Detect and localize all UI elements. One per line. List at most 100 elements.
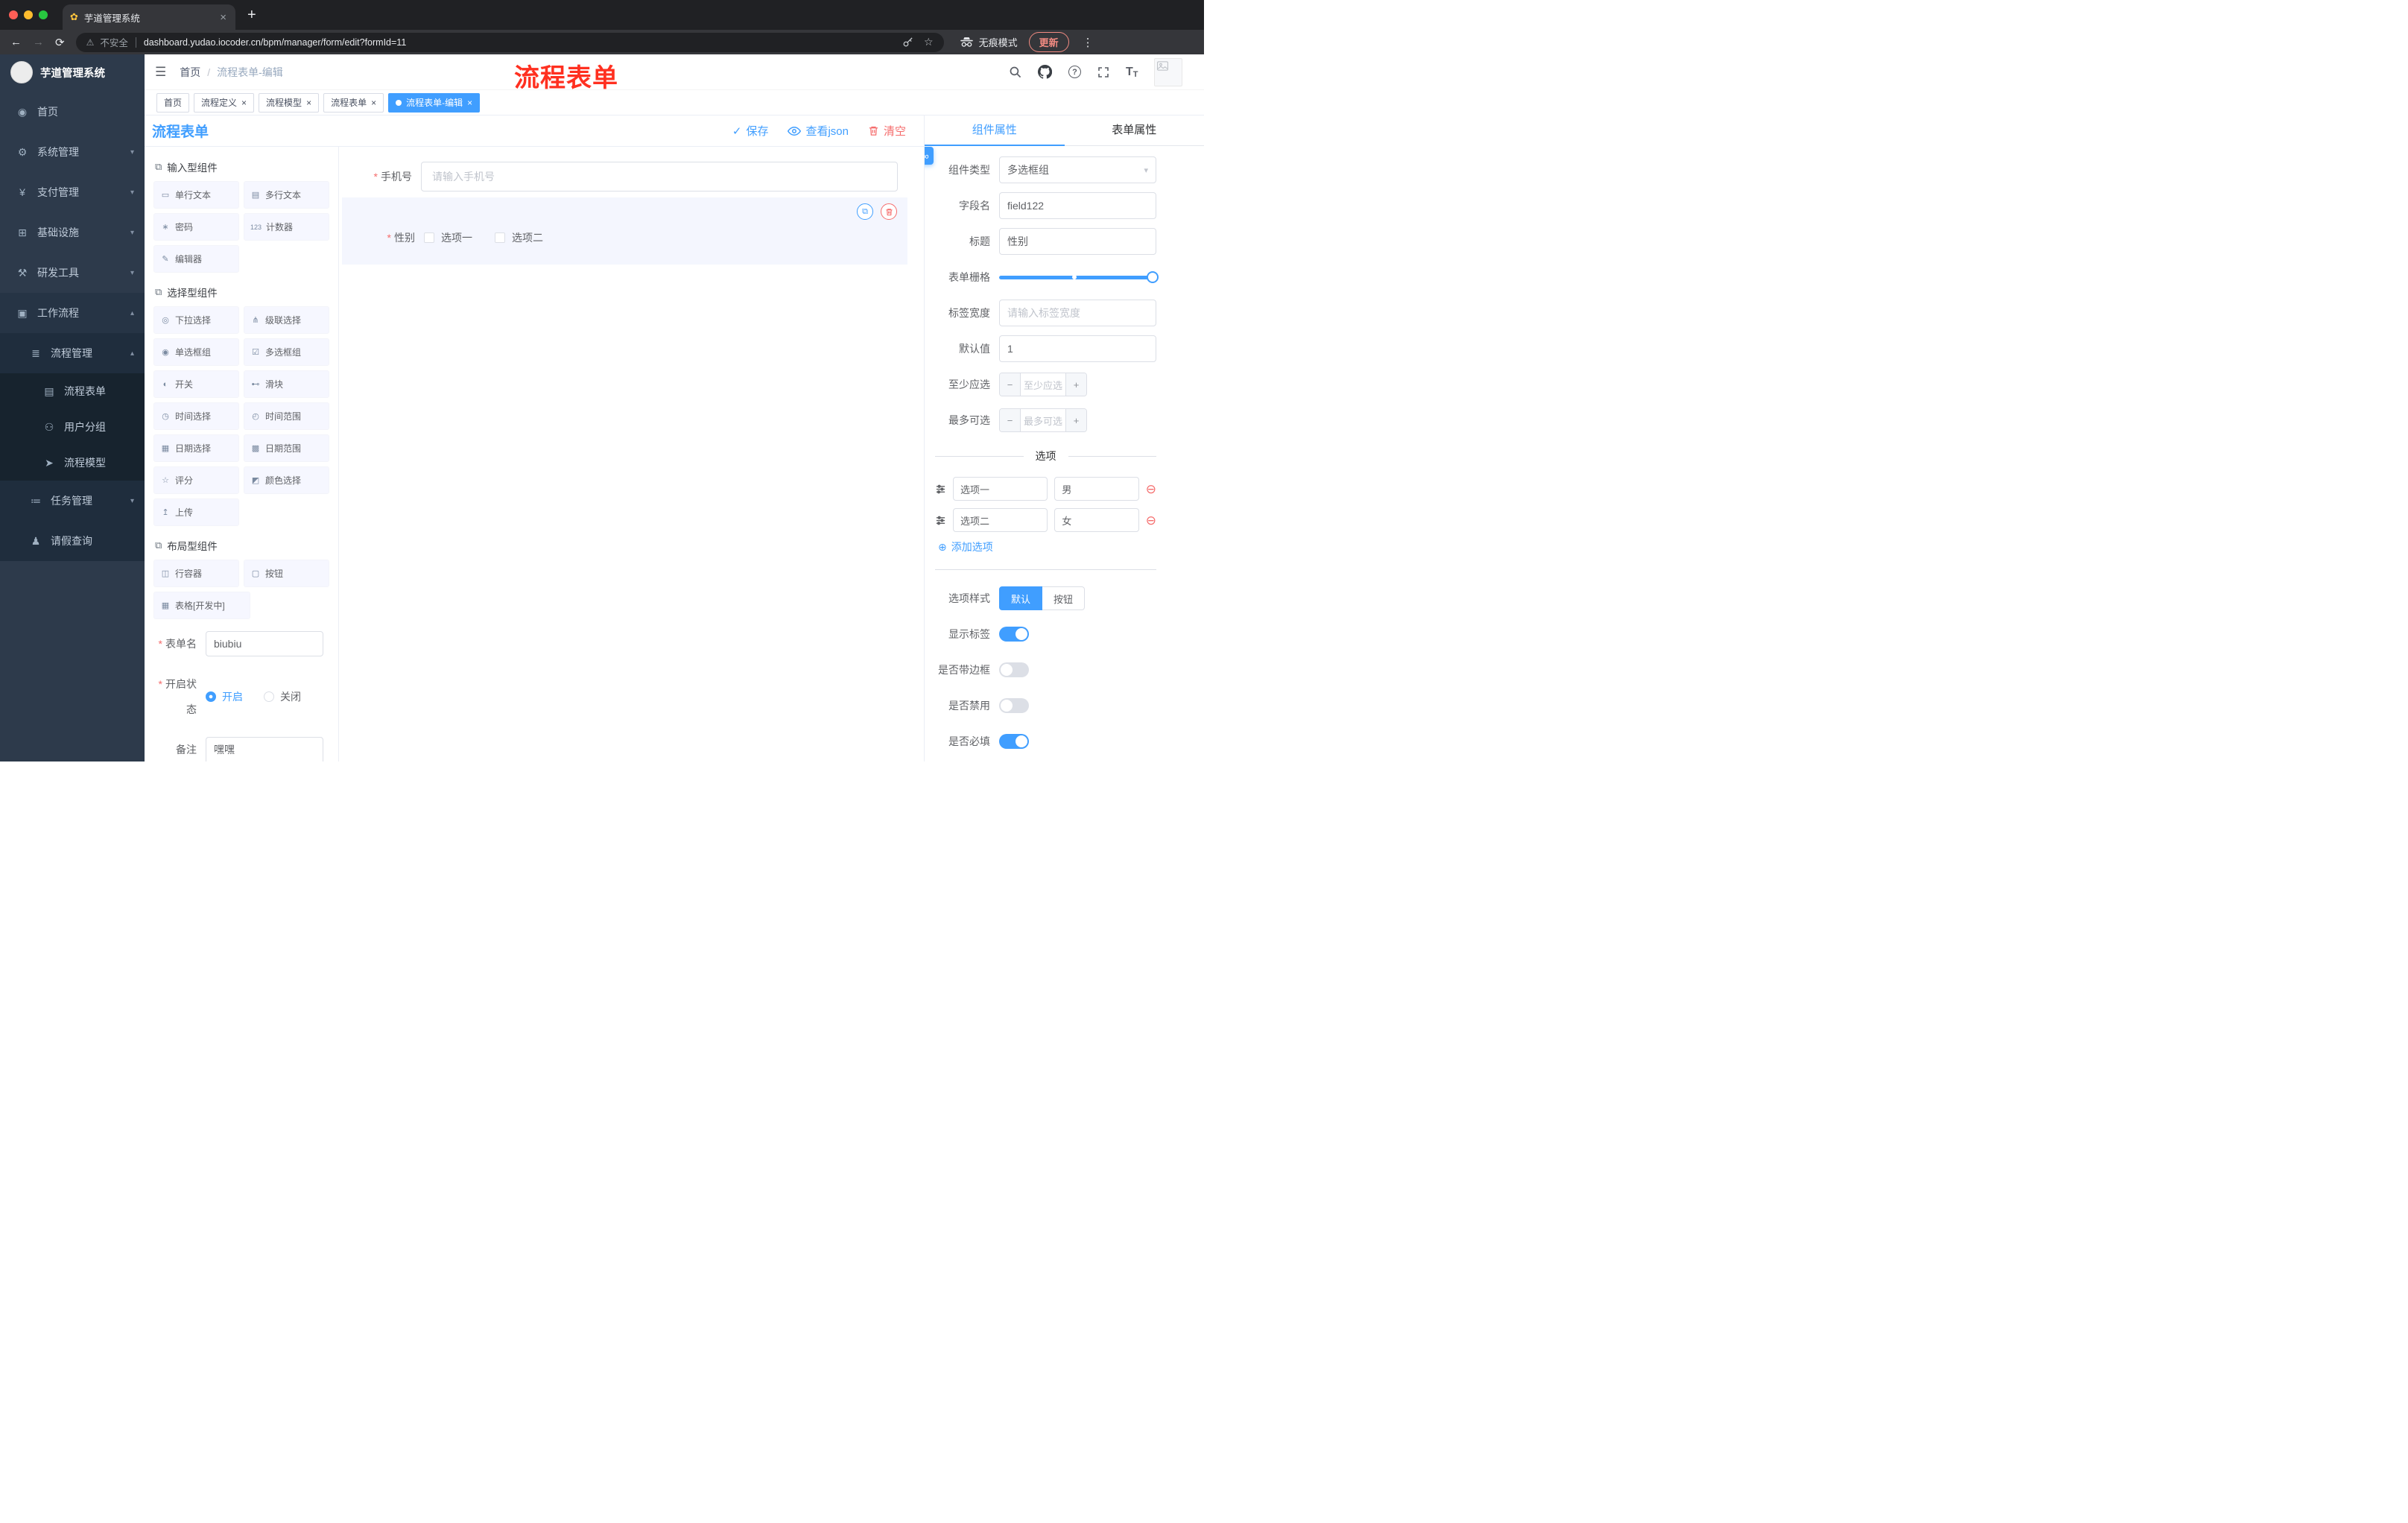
title-input[interactable] xyxy=(999,228,1156,255)
sidebar-item-process-management[interactable]: ≣ 流程管理 ▴ xyxy=(0,333,145,373)
add-option-button[interactable]: ⊕ 添加选项 xyxy=(938,539,1156,554)
option-value-input[interactable] xyxy=(1054,508,1139,532)
security-label[interactable]: 不安全 xyxy=(100,35,128,49)
remove-option-icon[interactable]: ⊖ xyxy=(1146,483,1156,495)
sidebar-item-process-model[interactable]: ➤ 流程模型 xyxy=(0,445,145,481)
new-tab-button[interactable]: + xyxy=(247,7,256,24)
plus-button[interactable]: + xyxy=(1065,409,1086,431)
clear-button[interactable]: 清空 xyxy=(868,123,906,139)
sidebar-item-leave-query[interactable]: ♟ 请假查询 xyxy=(0,521,145,561)
component-upload[interactable]: ↥ 上传 xyxy=(153,498,239,526)
close-icon[interactable]: × xyxy=(306,98,311,107)
copy-widget-button[interactable]: ⧉ xyxy=(857,203,873,220)
component-slider[interactable]: ⊷ 滑块 xyxy=(244,370,329,398)
sidebar-item-task-management[interactable]: ≔ 任务管理 ▾ xyxy=(0,481,145,521)
slider-track[interactable] xyxy=(999,271,1159,283)
browser-tab[interactable]: ✿ 芋道管理系统 × xyxy=(63,4,235,30)
back-icon[interactable]: ← xyxy=(10,36,22,48)
remark-textarea[interactable]: 嘿嘿 xyxy=(206,737,323,762)
browser-menu-icon[interactable]: ⋮ xyxy=(1080,36,1096,49)
default-value-input[interactable] xyxy=(999,335,1156,362)
drag-handle-icon[interactable] xyxy=(935,515,946,526)
tag-process-form[interactable]: 流程表单 × xyxy=(323,92,384,113)
component-cascader[interactable]: ⋔ 级联选择 xyxy=(244,306,329,334)
update-button[interactable]: 更新 xyxy=(1028,32,1069,52)
collapse-sidebar-icon[interactable]: ☰ xyxy=(155,65,166,80)
delete-widget-button[interactable] xyxy=(881,203,897,220)
component-select[interactable]: ◎ 下拉选择 xyxy=(153,306,239,334)
component-password[interactable]: ∗ 密码 xyxy=(153,213,239,241)
field-name-input[interactable] xyxy=(999,192,1156,219)
option-label-input[interactable] xyxy=(953,477,1048,501)
component-multiline-text[interactable]: ▤ 多行文本 xyxy=(244,181,329,209)
tag-home[interactable]: 首页 xyxy=(156,92,190,113)
component-radio-group[interactable]: ◉ 单选框组 xyxy=(153,338,239,366)
slider-handle[interactable] xyxy=(1147,271,1159,283)
component-table[interactable]: ▦ 表格[开发中] xyxy=(153,592,250,619)
option-label-input[interactable] xyxy=(953,508,1048,532)
url-input[interactable]: ⚠ 不安全 dashboard.yudao.iocoder.cn/bpm/man… xyxy=(75,32,944,52)
gender-option2-checkbox[interactable]: 选项二 xyxy=(495,230,543,245)
form-canvas[interactable]: 手机号 ⧉ 性别 选项一 选项二 xyxy=(339,147,924,762)
sidebar-item-home[interactable]: ◉ 首页 xyxy=(0,92,145,132)
tab-close-icon[interactable]: × xyxy=(218,11,228,24)
close-window-button[interactable] xyxy=(9,10,18,19)
tag-process-model[interactable]: 流程模型 × xyxy=(259,92,320,113)
border-toggle[interactable] xyxy=(999,662,1029,677)
github-icon[interactable] xyxy=(1037,65,1052,79)
component-row-container[interactable]: ◫ 行容器 xyxy=(153,560,239,587)
bookmark-star-icon[interactable]: ☆ xyxy=(924,36,934,48)
close-icon[interactable]: × xyxy=(371,98,376,107)
sidebar-item-workflow[interactable]: ▣ 工作流程 ▴ xyxy=(0,293,145,333)
component-date-range[interactable]: ▩ 日期范围 xyxy=(244,434,329,462)
min-select-stepper[interactable]: − 至少应选 + xyxy=(999,373,1087,396)
component-type-select[interactable]: 多选框组 ▾ xyxy=(999,156,1156,183)
component-time-picker[interactable]: ◷ 时间选择 xyxy=(153,402,239,430)
tag-process-definition[interactable]: 流程定义 × xyxy=(194,92,255,113)
max-select-stepper[interactable]: − 最多可选 + xyxy=(999,408,1087,432)
gender-widget-selected[interactable]: ⧉ 性别 选项一 选项二 xyxy=(342,197,907,265)
sidebar-item-process-form[interactable]: ▤ 流程表单 xyxy=(0,373,145,409)
sidebar-item-devtools[interactable]: ⚒ 研发工具 ▾ xyxy=(0,253,145,293)
required-toggle[interactable] xyxy=(999,734,1029,749)
component-single-text[interactable]: ▭ 单行文本 xyxy=(153,181,239,209)
sidebar-item-payment[interactable]: ¥ 支付管理 ▾ xyxy=(0,172,145,212)
component-time-range[interactable]: ◴ 时间范围 xyxy=(244,402,329,430)
search-icon[interactable] xyxy=(1009,66,1021,78)
tab-form-props[interactable]: 表单属性 xyxy=(1065,115,1205,145)
sidebar-item-system[interactable]: ⚙ 系统管理 ▾ xyxy=(0,132,145,172)
label-width-input[interactable] xyxy=(999,300,1156,326)
close-icon[interactable]: × xyxy=(241,98,247,107)
plus-button[interactable]: + xyxy=(1065,373,1086,396)
maximize-window-button[interactable] xyxy=(39,10,48,19)
component-switch[interactable]: ◐ 开关 xyxy=(153,370,239,398)
drag-handle-icon[interactable] xyxy=(935,484,946,495)
disabled-toggle[interactable] xyxy=(999,698,1029,713)
component-button[interactable]: ▢ 按钮 xyxy=(244,560,329,587)
component-editor[interactable]: ✎ 编辑器 xyxy=(153,245,239,273)
component-counter[interactable]: 123 计数器 xyxy=(244,213,329,241)
status-off-radio[interactable]: 关闭 xyxy=(264,689,301,704)
component-checkbox-group[interactable]: ☑ 多选框组 xyxy=(244,338,329,366)
key-icon[interactable] xyxy=(902,37,913,48)
phone-field-row[interactable]: 手机号 xyxy=(339,162,924,191)
avatar[interactable] xyxy=(1154,57,1183,86)
option-value-input[interactable] xyxy=(1054,477,1139,501)
status-on-radio[interactable]: 开启 xyxy=(206,689,243,704)
phone-input[interactable] xyxy=(421,162,898,191)
breadcrumb-home[interactable]: 首页 xyxy=(180,65,200,80)
save-button[interactable]: ✓ 保存 xyxy=(732,123,769,139)
option-style-default-button[interactable]: 默认 xyxy=(999,586,1043,610)
form-name-input[interactable] xyxy=(206,631,323,656)
font-size-icon[interactable]: TT xyxy=(1126,66,1138,79)
option-style-button-button[interactable]: 按钮 xyxy=(1042,586,1086,610)
doc-link-chip[interactable]: ∞ xyxy=(925,147,934,165)
view-json-button[interactable]: 查看json xyxy=(788,123,849,139)
sidebar-item-user-group[interactable]: ⚇ 用户分组 xyxy=(0,409,145,445)
tab-component-props[interactable]: 组件属性 xyxy=(925,115,1065,146)
close-icon[interactable]: × xyxy=(467,98,472,107)
show-label-toggle[interactable] xyxy=(999,627,1029,642)
component-rate[interactable]: ☆ 评分 xyxy=(153,466,239,494)
component-color-picker[interactable]: ◩ 颜色选择 xyxy=(244,466,329,494)
minimize-window-button[interactable] xyxy=(24,10,33,19)
